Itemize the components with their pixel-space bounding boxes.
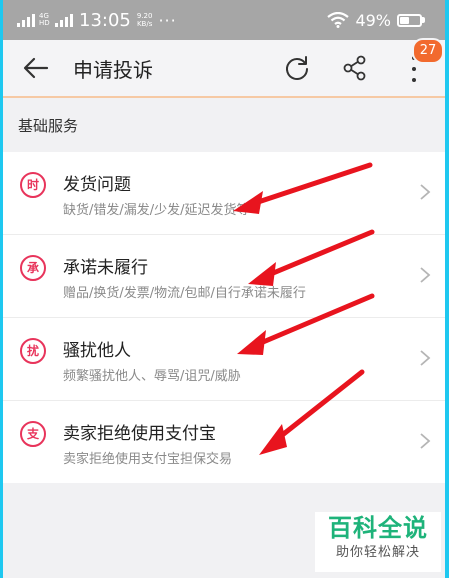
watermark-sub-text: 助你轻松解决 — [335, 545, 420, 560]
network-speed-value: 9.20 — [136, 12, 153, 20]
status-time: 13:05 — [79, 9, 131, 31]
notification-badge: 27 — [412, 38, 444, 64]
complaint-list: 时 发货问题 缺货/错发/漏发/少发/延迟发货等 承 承诺未履行 赠品/换货/发… — [3, 152, 445, 483]
page-title: 申请投诉 — [73, 58, 153, 82]
list-item-harassment[interactable]: 扰 骚扰他人 频繁骚扰他人、辱骂/诅咒/威胁 — [3, 318, 445, 401]
share-icon[interactable] — [341, 54, 369, 82]
list-item-promise-unfulfilled[interactable]: 承 承诺未履行 赠品/换货/发票/物流/包邮/自行承诺未履行 — [3, 235, 445, 318]
battery-percent: 49% — [355, 10, 391, 30]
arrow-left-icon[interactable] — [23, 56, 49, 80]
frame-border-right — [445, 0, 449, 578]
list-item-shipping-issue[interactable]: 时 发货问题 缺货/错发/漏发/少发/延迟发货等 — [3, 152, 445, 235]
chevron-right-icon — [420, 350, 431, 366]
battery-fill — [400, 16, 409, 24]
section-title: 基础服务 — [18, 117, 79, 135]
refresh-icon[interactable] — [283, 54, 311, 82]
list-item-subtitle: 卖家拒绝使用支付宝担保交易 — [63, 452, 233, 467]
list-item-refuse-alipay[interactable]: 支 卖家拒绝使用支付宝 卖家拒绝使用支付宝担保交易 — [3, 401, 445, 483]
status-bar: 4G HD 13:05 9.20 KB/s ··· 49% — [3, 0, 445, 40]
chevron-right-icon — [420, 267, 431, 283]
status-more-dots: ··· — [158, 10, 177, 30]
list-item-title: 发货问题 — [63, 175, 131, 195]
battery-icon — [397, 13, 427, 27]
list-item-subtitle: 频繁骚扰他人、辱骂/诅咒/威胁 — [63, 369, 241, 384]
signal-icon — [17, 13, 35, 27]
pay-badge-icon: 支 — [20, 421, 46, 447]
chevron-right-icon — [420, 433, 431, 449]
list-item-subtitle: 赠品/换货/发票/物流/包邮/自行承诺未履行 — [63, 286, 306, 301]
wifi-icon — [327, 12, 350, 28]
network-speed: 9.20 KB/s — [137, 12, 153, 28]
watermark-main-text: 百科全说 — [328, 514, 428, 542]
harass-badge-icon: 扰 — [20, 338, 46, 364]
network-speed-unit: KB/s — [136, 20, 153, 28]
list-item-title: 卖家拒绝使用支付宝 — [63, 424, 216, 444]
promise-badge-icon: 承 — [20, 255, 46, 281]
time-badge-icon: 时 — [20, 172, 46, 198]
chevron-right-icon — [420, 184, 431, 200]
signal-icon-secondary — [55, 13, 73, 27]
list-item-title: 骚扰他人 — [63, 341, 131, 361]
watermark-logo: 百科全说 助你轻松解决 — [315, 512, 441, 572]
list-item-subtitle: 缺货/错发/漏发/少发/延迟发货等 — [63, 203, 250, 218]
network-type-label: 4G HD — [39, 12, 50, 27]
list-item-title: 承诺未履行 — [63, 258, 148, 278]
app-bar: 申请投诉 27 — [3, 38, 445, 98]
